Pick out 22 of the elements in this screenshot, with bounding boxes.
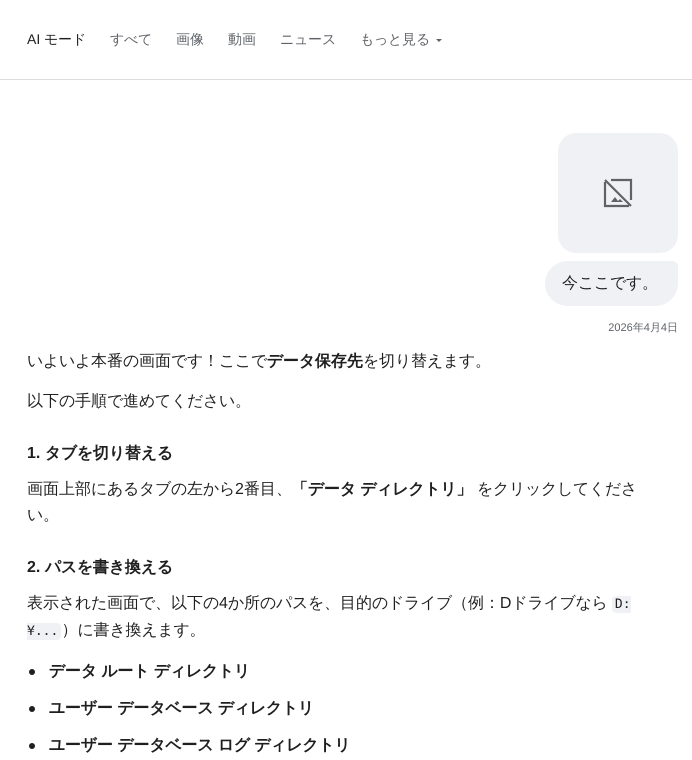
more-tab[interactable]: もっと見る	[360, 27, 444, 53]
list-item: ユーザー データベース ログ ディレクトリ	[49, 736, 350, 756]
tab[interactable]: 画像	[176, 27, 204, 53]
paragraph: いよいよ本番の画面です！ここでデータ保存先を切り替えます。	[27, 352, 492, 372]
section-heading: 1. タブを切り替える	[27, 443, 174, 464]
bullet-icon	[29, 706, 35, 712]
tab[interactable]: AI モード	[27, 27, 86, 53]
message-bubble: 今ここです。	[545, 261, 678, 306]
broken-image-icon	[602, 177, 634, 209]
message-date: 2026年4月4日	[608, 321, 678, 335]
bullet-icon	[29, 743, 35, 749]
tab[interactable]: ニュース	[280, 27, 336, 53]
list-item: データ ルート ディレクトリ	[49, 662, 250, 682]
paragraph: 表示された画面で、以下の4か所のパスを、目的のドライブ（例：Dドライブなら D:¥... ）に書き換えます。	[27, 594, 632, 642]
bullet-icon	[29, 669, 35, 675]
paragraph: 画面上部にあるタブの左から2番目、「データ ディレクトリ」 をクリックしてください。	[27, 480, 638, 526]
tab[interactable]: 動画	[228, 27, 256, 53]
list-item: ユーザー データベース ディレクトリ	[49, 699, 314, 719]
image-attachment[interactable]	[558, 133, 678, 253]
paragraph: 以下の手順で進めてください。	[27, 392, 252, 412]
tab[interactable]: すべて	[110, 27, 152, 53]
section-heading: 2. パスを書き換える	[27, 558, 174, 578]
